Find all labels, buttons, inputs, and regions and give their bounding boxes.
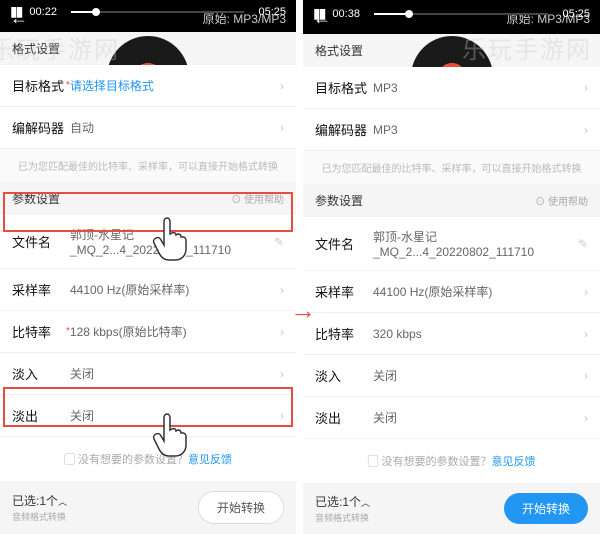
arrow-right-icon: →: [290, 295, 316, 326]
start-convert-button[interactable]: 开始转换: [504, 493, 588, 524]
chevron-right-icon: ›: [280, 367, 284, 381]
feedback-text: ▢ 没有想要的参数设置？意见反馈: [303, 439, 600, 483]
selected-sub: 音频格式转换: [315, 511, 370, 524]
target-format-value: 请选择目标格式: [70, 77, 280, 94]
current-time: 00:38: [332, 8, 360, 20]
start-convert-button[interactable]: 开始转换: [198, 491, 284, 524]
param-section-header: 参数设置⊙ 使用帮助: [0, 182, 296, 215]
screen-after: ← 原始: MP3/MP3 ♪ ▮▮ 00:38 05:25 格式设置 目标格式…: [303, 0, 600, 534]
bitrate-label: 比特率: [315, 324, 373, 343]
chevron-right-icon: ›: [584, 123, 588, 137]
chevron-right-icon: ›: [280, 409, 284, 423]
fadeout-row[interactable]: 淡出 关闭 ›: [0, 395, 296, 437]
pause-icon[interactable]: ▮▮: [313, 5, 324, 22]
codec-row[interactable]: 编解码器 自动 ›: [0, 107, 296, 149]
pause-icon[interactable]: ▮▮: [10, 3, 21, 20]
feedback-text: ▢ 没有想要的参数设置？意见反馈: [0, 437, 296, 481]
selected-count[interactable]: 已选:1个︿: [315, 495, 370, 509]
footer: 已选:1个︿ 音频格式转换 开始转换: [303, 483, 600, 534]
screen-before: ← 原始: MP3/MP3 ♪ ▮▮ 00:22 05:25 格式设置 目标格式…: [0, 0, 297, 534]
bitrate-row[interactable]: 比特率* 128 kbps(原始比特率) ›: [0, 311, 296, 353]
chevron-right-icon: ›: [584, 327, 588, 341]
filename-label: 文件名: [12, 232, 70, 251]
codec-row[interactable]: 编解码器 MP3 ›: [303, 109, 600, 151]
player-area: ← 原始: MP3/MP3 ♪ ▮▮ 00:38 05:25: [303, 0, 600, 34]
help-link[interactable]: ⊙ 使用帮助: [231, 191, 284, 206]
fadein-label: 淡入: [12, 364, 70, 383]
bitrate-label: 比特率: [12, 322, 70, 341]
edit-icon: ✎: [578, 237, 588, 251]
duration: 05:25: [258, 6, 286, 18]
chevron-right-icon: ›: [280, 121, 284, 135]
bitrate-row[interactable]: 比特率 320 kbps ›: [303, 313, 600, 355]
target-format-value: MP3: [373, 81, 584, 95]
filename-row[interactable]: 文件名 郭顶-水星记_MQ_2...4_20220802_111710 ✎: [303, 217, 600, 271]
filename-value: 郭顶-水星记_MQ_2...4_20220802_111710: [70, 226, 274, 257]
codec-value: MP3: [373, 123, 584, 137]
fadeout-label: 淡出: [315, 408, 373, 427]
selected-count[interactable]: 已选:1个︿: [12, 494, 67, 508]
progress-bar[interactable]: [71, 11, 245, 13]
param-section-header: 参数设置⊙ 使用帮助: [303, 184, 600, 217]
fadein-value: 关闭: [70, 365, 280, 382]
chevron-right-icon: ›: [280, 79, 284, 93]
samplerate-label: 采样率: [315, 282, 373, 301]
feedback-link[interactable]: 意见反馈: [492, 456, 536, 468]
samplerate-value: 44100 Hz(原始采样率): [373, 283, 584, 300]
hint-text: 已为您匹配最佳的比特率、采样率，可以直接开始格式转换: [0, 149, 296, 182]
samplerate-value: 44100 Hz(原始采样率): [70, 281, 280, 298]
footer: 已选:1个︿ 音频格式转换 开始转换: [0, 481, 296, 534]
duration: 05:25: [562, 8, 590, 20]
chevron-right-icon: ›: [584, 369, 588, 383]
samplerate-row[interactable]: 采样率 44100 Hz(原始采样率) ›: [303, 271, 600, 313]
player-area: ← 原始: MP3/MP3 ♪ ▮▮ 00:22 05:25: [0, 0, 296, 32]
codec-value: 自动: [70, 119, 280, 136]
bitrate-value: 128 kbps(原始比特率): [70, 323, 280, 340]
filename-label: 文件名: [315, 234, 373, 253]
selected-sub: 音频格式转换: [12, 510, 67, 523]
filename-row[interactable]: 文件名 郭顶-水星记_MQ_2...4_20220802_111710 ✎: [0, 215, 296, 269]
hint-text: 已为您匹配最佳的比特率、采样率，可以直接开始格式转换: [303, 151, 600, 184]
target-format-row[interactable]: 目标格式* 请选择目标格式 ›: [0, 65, 296, 107]
current-time: 00:22: [29, 6, 57, 18]
filename-value: 郭顶-水星记_MQ_2...4_20220802_111710: [373, 228, 578, 259]
chevron-right-icon: ›: [280, 283, 284, 297]
chevron-right-icon: ›: [280, 325, 284, 339]
chevron-right-icon: ›: [584, 285, 588, 299]
fadeout-value: 关闭: [70, 407, 280, 424]
samplerate-row[interactable]: 采样率 44100 Hz(原始采样率) ›: [0, 269, 296, 311]
fadein-value: 关闭: [373, 367, 584, 384]
samplerate-label: 采样率: [12, 280, 70, 299]
fadeout-row[interactable]: 淡出 关闭 ›: [303, 397, 600, 439]
edit-icon: ✎: [274, 235, 284, 249]
target-format-label: 目标格式: [315, 78, 373, 97]
codec-label: 编解码器: [12, 118, 70, 137]
fadein-row[interactable]: 淡入 关闭 ›: [303, 355, 600, 397]
chevron-right-icon: ›: [584, 81, 588, 95]
fadeout-label: 淡出: [12, 406, 70, 425]
codec-label: 编解码器: [315, 120, 373, 139]
fadein-row[interactable]: 淡入 关闭 ›: [0, 353, 296, 395]
target-format-label: 目标格式: [12, 76, 70, 95]
feedback-link[interactable]: 意见反馈: [188, 454, 232, 466]
target-format-row[interactable]: 目标格式 MP3 ›: [303, 67, 600, 109]
chevron-right-icon: ›: [584, 411, 588, 425]
bitrate-value: 320 kbps: [373, 327, 584, 341]
fadeout-value: 关闭: [373, 409, 584, 426]
help-link[interactable]: ⊙ 使用帮助: [535, 193, 588, 208]
progress-bar[interactable]: [374, 13, 549, 15]
fadein-label: 淡入: [315, 366, 373, 385]
